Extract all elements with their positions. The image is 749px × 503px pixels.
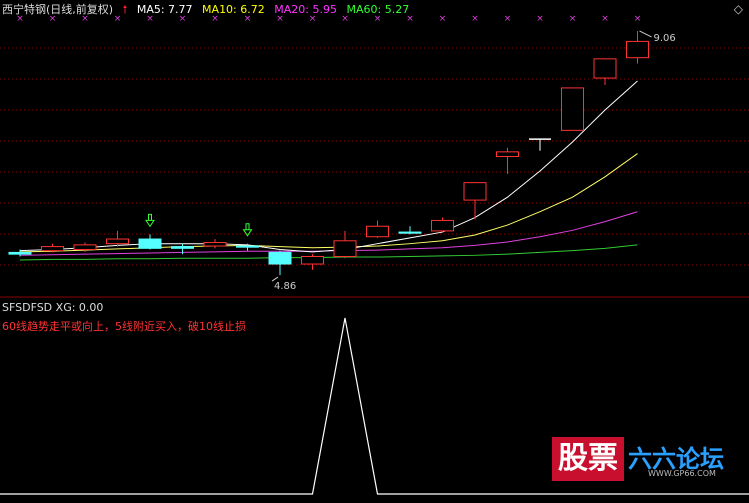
indicator-title: SFSDFSD xyxy=(2,301,53,314)
ma5-label: MA5: 7.77 xyxy=(136,3,193,16)
buy-arrow-icon xyxy=(145,213,155,228)
candle-body xyxy=(398,231,422,234)
up-arrow-icon: 🠕 xyxy=(122,3,128,16)
candle-body xyxy=(431,219,454,232)
high-pointer xyxy=(639,30,652,38)
candle-body xyxy=(8,251,32,255)
ma10-label: MA10: 6.72 xyxy=(202,3,265,16)
top-mark-icon: × xyxy=(504,14,512,24)
candle-body xyxy=(73,244,97,251)
top-mark-icon: × xyxy=(439,14,447,24)
candle-body xyxy=(593,58,617,79)
candle-body xyxy=(463,182,487,201)
panel-toggle-icon[interactable]: ◇ xyxy=(734,2,743,16)
candle-body xyxy=(301,255,324,265)
top-mark-icon: × xyxy=(634,14,642,24)
candle-body xyxy=(626,40,649,59)
indicator-header: SFSDFSD XG: 0.00 xyxy=(2,301,103,314)
low-label: 4.86 xyxy=(274,281,296,292)
top-mark-icon: × xyxy=(601,14,609,24)
candle-body xyxy=(333,240,357,257)
candle-body xyxy=(236,245,259,248)
candle-body xyxy=(366,225,389,238)
indicator-note: 60线趋势走平或向上，5线附近买入，破10线止损 xyxy=(2,320,246,333)
top-mark-icon: × xyxy=(536,14,544,24)
candle-body xyxy=(106,238,129,245)
chart-canvas: × × × × × × × × × × × × × × × × × × × ×9.064.86 xyxy=(0,14,749,495)
candle-body xyxy=(41,246,64,252)
candle-body xyxy=(138,238,162,249)
watermark-url: WWW.GP66.COM xyxy=(648,469,716,478)
candle-body xyxy=(203,242,227,247)
candle-body xyxy=(268,251,292,265)
ma5-line xyxy=(19,80,638,253)
ma60-label: MA60: 5.27 xyxy=(346,3,410,16)
top-mark-icon: × xyxy=(471,14,479,24)
watermark-big: 股票 xyxy=(552,437,624,481)
xg-value: XG: 0.00 xyxy=(55,301,104,314)
top-mark-icon: × xyxy=(569,14,577,24)
main-header: 西宁特钢(日线,前复权) 🠕 MA5: 7.77 MA10: 6.72 MA20… xyxy=(2,1,415,20)
high-label: 9.06 xyxy=(654,33,676,44)
ma20-label: MA20: 5.95 xyxy=(274,3,337,16)
candle-body xyxy=(561,87,584,131)
watermark-logo: 股票 六六论坛 WWW.GP66.COM xyxy=(552,437,742,481)
candle-body xyxy=(496,151,519,158)
stock-title: 西宁特钢(日线,前复权) xyxy=(2,3,114,16)
candle-body xyxy=(171,246,194,249)
